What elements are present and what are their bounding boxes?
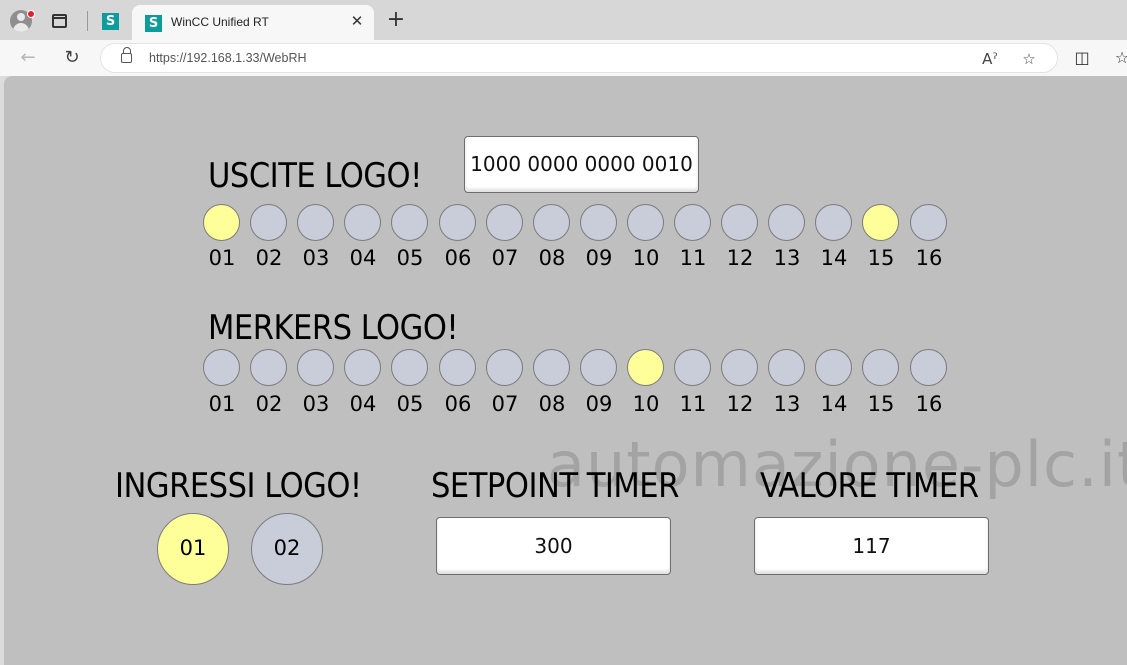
merkers-led-07 [486,349,523,386]
uscite-led-label: 13 [773,246,801,270]
uscite-led-label: 01 [208,246,236,270]
valore-value-display: 117 [754,517,989,575]
merkers-led-label: 05 [396,392,424,416]
uscite-led-label: 08 [538,246,566,270]
uscite-led-label: 15 [867,246,895,270]
favorites-icon[interactable]: ☆ [1112,48,1127,68]
uscite-led-label: 03 [302,246,330,270]
uscite-led-label: 16 [915,246,943,270]
uscite-led-label: 09 [585,246,613,270]
pinned-tab-siemens-icon[interactable]: S [102,13,119,30]
merkers-led-label: 09 [585,392,613,416]
uscite-binary-display: 1000 0000 0000 0010 [464,136,699,193]
merkers-led-10 [627,349,664,386]
uscite-led-12 [721,204,758,241]
ingressi-led-02: 02 [251,513,323,585]
merkers-led-02 [250,349,287,386]
merkers-led-03 [297,349,334,386]
merkers-led-label: 07 [491,392,519,416]
merkers-title: MERKERS LOGO! [208,308,459,348]
merkers-led-16 [910,349,947,386]
split-screen-icon[interactable]: ◫ [1072,48,1092,68]
ingressi-title: INGRESSI LOGO! [115,466,362,506]
browser-toolbar: ← ↻ https://192.168.1.33/WebRH A͏ˀ ☆ ◫ ☆ [0,40,1127,76]
merkers-led-label: 02 [255,392,283,416]
uscite-led-15 [862,204,899,241]
valore-title: VALORE TIMER [760,466,979,506]
merkers-led-12 [721,349,758,386]
merkers-led-08 [533,349,570,386]
merkers-led-label: 04 [349,392,377,416]
url-text[interactable]: https://192.168.1.33/WebRH [149,51,307,65]
uscite-led-06 [439,204,476,241]
uscite-title: USCITE LOGO! [208,156,422,196]
uscite-led-label: 05 [396,246,424,270]
uscite-led-14 [815,204,852,241]
uscite-led-16 [910,204,947,241]
merkers-led-09 [580,349,617,386]
tab-separator [87,11,88,31]
uscite-led-label: 02 [255,246,283,270]
merkers-led-label: 06 [444,392,472,416]
merkers-led-15 [862,349,899,386]
merkers-led-label: 03 [302,392,330,416]
merkers-led-label: 08 [538,392,566,416]
uscite-led-04 [344,204,381,241]
merkers-led-label: 14 [820,392,848,416]
uscite-led-label: 10 [632,246,660,270]
merkers-led-label: 16 [915,392,943,416]
uscite-led-label: 12 [726,246,754,270]
lock-icon[interactable] [121,47,132,63]
merkers-led-label: 12 [726,392,754,416]
setpoint-title: SETPOINT TIMER [431,466,679,506]
uscite-led-08 [533,204,570,241]
merkers-led-11 [674,349,711,386]
tab-wincc-unified[interactable]: S WinCC Unified RT ✕ [132,5,374,40]
hmi-screen: automazione-plc.it USCITE LOGO! 1000 000… [4,76,1127,665]
favorite-star-icon[interactable]: ☆ [1019,49,1039,69]
uscite-led-02 [250,204,287,241]
uscite-led-05 [391,204,428,241]
address-bar[interactable]: https://192.168.1.33/WebRH A͏ˀ ☆ [100,43,1058,73]
uscite-led-11 [674,204,711,241]
uscite-led-03 [297,204,334,241]
uscite-led-label: 11 [679,246,707,270]
merkers-led-label: 11 [679,392,707,416]
notification-dot-icon [27,10,35,18]
close-icon[interactable]: ✕ [348,12,366,30]
merkers-led-label: 13 [773,392,801,416]
uscite-led-10 [627,204,664,241]
uscite-led-07 [486,204,523,241]
merkers-led-label: 10 [632,392,660,416]
merkers-led-04 [344,349,381,386]
read-aloud-icon[interactable]: A͏ˀ [980,49,1000,69]
back-icon[interactable]: ← [17,47,39,69]
uscite-led-09 [580,204,617,241]
uscite-led-label: 06 [444,246,472,270]
merkers-led-label: 15 [867,392,895,416]
uscite-led-label: 07 [491,246,519,270]
ingressi-led-01: 01 [157,513,229,585]
merkers-led-01 [203,349,240,386]
reload-icon[interactable]: ↻ [61,47,83,69]
merkers-led-label: 01 [208,392,236,416]
setpoint-value-field[interactable]: 300 [436,517,671,575]
uscite-led-13 [768,204,805,241]
uscite-led-01 [203,204,240,241]
merkers-led-14 [815,349,852,386]
merkers-led-05 [391,349,428,386]
tab-title: WinCC Unified RT [171,15,269,29]
tab-actions-icon[interactable] [52,14,67,28]
browser-tab-bar: S S WinCC Unified RT ✕ + [0,0,1127,40]
uscite-led-label: 14 [820,246,848,270]
new-tab-icon[interactable]: + [385,9,407,31]
merkers-led-06 [439,349,476,386]
tab-favicon-icon: S [145,15,162,32]
merkers-led-13 [768,349,805,386]
uscite-led-label: 04 [349,246,377,270]
